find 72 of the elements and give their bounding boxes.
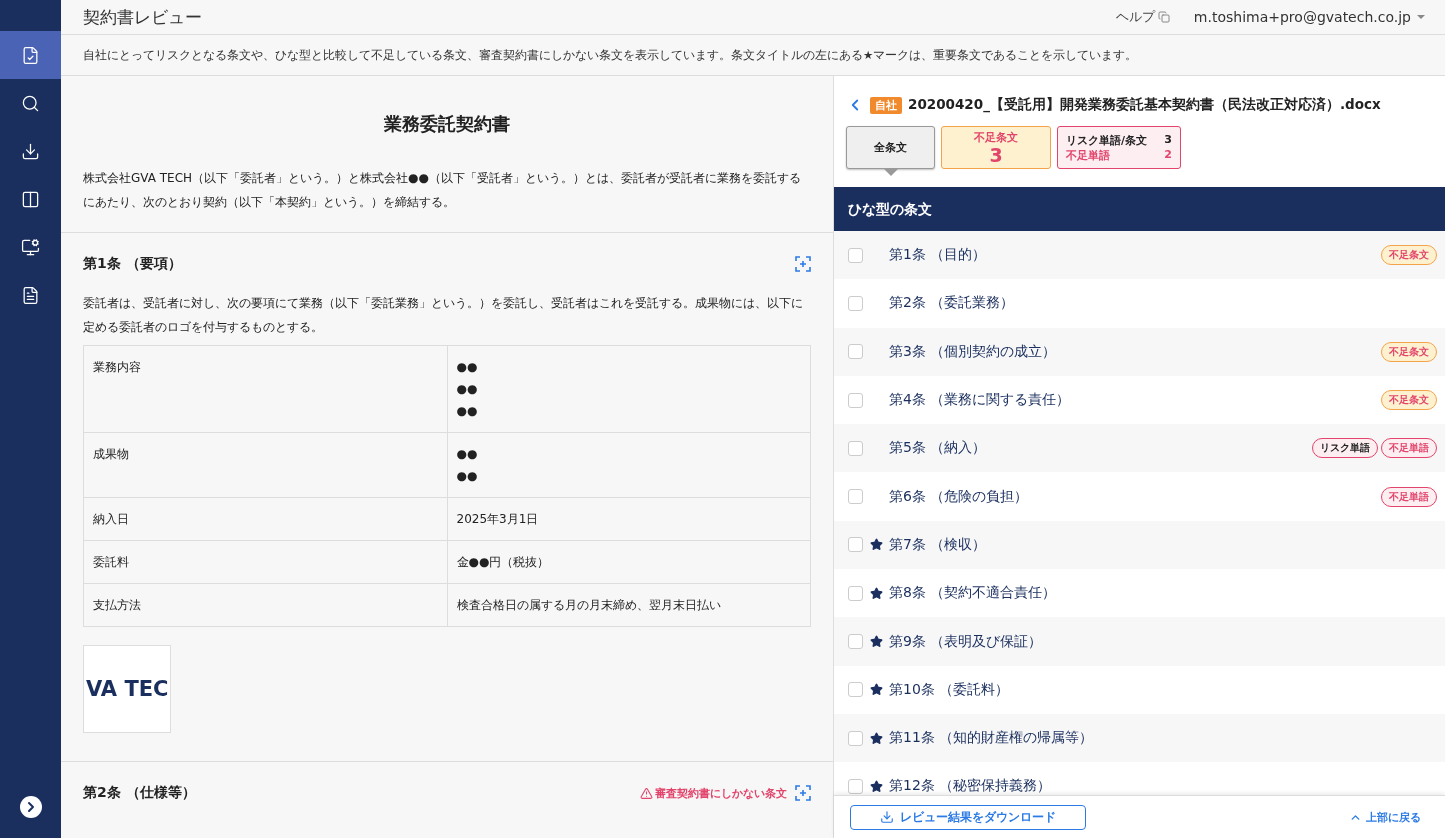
clause-heading: 第2条 （仕様等） — [83, 784, 197, 802]
table-cell: 業務内容 — [83, 345, 447, 433]
warning-icon — [640, 786, 653, 800]
table-cell: ●● ●● ●● — [447, 345, 811, 433]
clause-link[interactable]: 第8条 （契約不適合責任） — [889, 584, 1437, 603]
download-icon — [21, 141, 40, 161]
clause-link[interactable]: 第3条 （個別契約の成立） — [889, 342, 1378, 361]
table-cell: 検査合格日の属する月の月末締め、翌月末日払い — [447, 583, 811, 627]
checkbox[interactable] — [848, 778, 863, 794]
status-tag: 不足条文 — [1381, 245, 1437, 266]
preamble-text: 株式会社GVA TECH（以下「委託者」という。）と株式会社●●（以下「受託者」という。）とは、委託者が受託者に業務を委託するにあたり、次のとおり契約（以下「本契約」という。）を締結する。 — [83, 170, 803, 211]
clause-link[interactable]: 第11条 （知的財産権の帰属等） — [889, 729, 1437, 748]
checkbox[interactable] — [848, 295, 863, 311]
status-tag: 不足単語 — [1381, 438, 1437, 459]
clause-link[interactable]: 第1条 （目的） — [889, 246, 1378, 265]
compare-icon — [21, 189, 40, 209]
list-title: ひな型の条文 — [834, 187, 1445, 231]
clause-link[interactable]: 第5条 （納入） — [889, 439, 1309, 458]
document-icon — [21, 285, 40, 305]
status-tag: 不足条文 — [1381, 341, 1437, 362]
status-tag: リスク単語 — [1312, 438, 1378, 459]
table-cell: 納入日 — [83, 497, 447, 541]
review-icon — [21, 45, 40, 65]
clause-link[interactable]: 第12条 （秘密保持義務） — [889, 777, 1437, 795]
checkbox[interactable] — [848, 585, 863, 601]
settings-icon — [21, 237, 40, 257]
back-to-top-link[interactable]: 上部に戻る — [1349, 809, 1421, 825]
checkbox[interactable] — [848, 682, 863, 698]
clause-link[interactable]: 第9条 （表明及び保証） — [889, 632, 1437, 651]
clause-text: 委託者は、受託者に対し、次の要項にて業務（以下「委託業務」という。）を委託し、受託者はこれを受託する。成果物には、以下に定める委託者のロゴを付与するものとする。 — [83, 295, 804, 336]
document-title: 業務委託契約書 — [383, 112, 511, 136]
table-cell: 2025年3月1日 — [447, 497, 811, 541]
filter-tab[interactable]: 不足条文 3 — [941, 126, 1051, 169]
status-tag: 不足条文 — [1381, 390, 1437, 411]
download-button[interactable]: レビュー結果をダウンロード — [850, 804, 1086, 830]
checkbox[interactable] — [848, 344, 863, 360]
clause-link[interactable]: 第6条 （危険の負担） — [889, 487, 1378, 506]
download-icon — [880, 810, 894, 824]
table-cell: 成果物 — [83, 432, 447, 498]
table-cell: ●● ●● — [447, 432, 811, 498]
table-cell: 委託料 — [83, 540, 447, 584]
search-icon — [21, 93, 40, 113]
checkbox[interactable] — [848, 634, 863, 649]
expand-sidebar-button[interactable] — [19, 796, 42, 818]
review-nav-button[interactable] — [0, 31, 61, 79]
status-tag: 不足単語 — [1381, 486, 1437, 507]
clause-heading: 第1条 （要項） — [83, 255, 183, 273]
checkbox[interactable] — [848, 392, 863, 408]
owner-badge: 自社 — [870, 96, 902, 114]
checkbox[interactable] — [848, 730, 863, 746]
focus-icon[interactable] — [795, 256, 811, 272]
clause-link[interactable]: 第7条 （検収） — [889, 535, 1437, 554]
selected-pointer-icon — [883, 169, 898, 176]
checkbox[interactable] — [848, 247, 863, 263]
logo-text: VA TEC — [86, 677, 169, 701]
warning-label: 審査契約書にしかない条文 — [640, 785, 787, 801]
page-title: 契約書レビュー — [83, 5, 202, 29]
clause-link[interactable]: 第10条 （委託料） — [889, 680, 1437, 699]
clause-link[interactable]: 第2条 （委託業務） — [889, 294, 1437, 313]
help-link[interactable]: ヘルプ — [1115, 8, 1170, 26]
table-cell: 支払方法 — [83, 583, 447, 627]
filter-tab[interactable]: リスク単語/条文 3 不足単語 2 — [1057, 126, 1181, 169]
table-cell: 金●●円（税抜） — [447, 540, 811, 584]
checkbox[interactable] — [848, 440, 863, 456]
external-window-icon — [1157, 11, 1170, 23]
checkbox[interactable] — [848, 489, 863, 505]
notice-text: 自社にとってリスクとなる条文や、ひな型と比較して不足している条文、審査契約書にしかない条文を表示しています。条文タイトルの左にある★マークは、重要条文であることを示しています。 — [61, 35, 1445, 76]
file-name: 20200420_【受託用】開発業務委託基本契約書（民法改正対応済）.docx — [908, 96, 1381, 114]
clause-link[interactable]: 第4条 （業務に関する責任） — [889, 391, 1378, 410]
checkbox[interactable] — [848, 537, 863, 553]
focus-icon[interactable] — [795, 785, 811, 801]
user-menu[interactable]: m.toshima+pro@gvatech.co.jp — [1193, 9, 1425, 25]
